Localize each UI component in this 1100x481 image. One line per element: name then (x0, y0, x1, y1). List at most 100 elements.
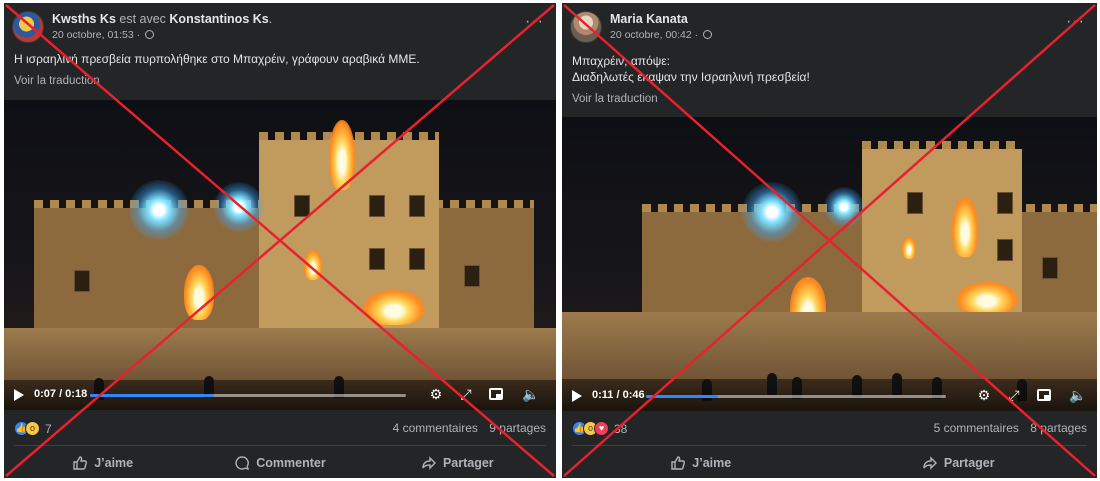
author-name[interactable]: Kwsths Ks (52, 12, 116, 26)
divider (14, 445, 546, 446)
reactions-summary[interactable]: 👍 o 7 (14, 421, 52, 436)
window (997, 239, 1013, 261)
fire-flame (952, 197, 978, 257)
facebook-post-right: Maria Kanata 20 octobre, 00:42 · ··· Μπα… (562, 3, 1097, 478)
like-label: J’aime (94, 456, 134, 470)
engagement-counts: 5 commentaires 8 partages (926, 421, 1087, 435)
tagged-name[interactable]: Konstantinos Ks (169, 12, 268, 26)
pip-icon[interactable] (489, 388, 503, 400)
translate-link[interactable]: Voir la traduction (572, 93, 658, 105)
like-button[interactable]: J’aime (14, 449, 191, 477)
more-icon[interactable]: ··· (525, 13, 544, 31)
volume-icon[interactable]: 🔈 (522, 386, 539, 402)
blue-light-flare (742, 182, 802, 242)
play-icon[interactable] (14, 389, 24, 401)
translate-link[interactable]: Voir la traduction (14, 75, 100, 87)
love-reaction-icon: ♥ (594, 421, 609, 436)
post-text-line: Η ισραηλινή πρεσβεία πυρπολήθηκε στο Μπα… (14, 52, 420, 66)
reaction-count: 7 (45, 421, 52, 436)
comment-button[interactable]: Commenter (191, 449, 368, 477)
settings-icon[interactable]: ⚙ (976, 387, 992, 403)
share-label: Partager (943, 456, 995, 470)
author-name[interactable]: Maria Kanata (610, 12, 688, 26)
blue-light-flare (129, 180, 189, 240)
fire-flame (902, 237, 916, 259)
divider (572, 445, 1087, 446)
share-icon (923, 456, 937, 470)
fire-flame (184, 265, 214, 320)
post-header: Maria Kanata 20 octobre, 00:42 · ··· (570, 11, 1089, 47)
post-date[interactable]: 20 octobre, 01:53 · (52, 29, 140, 41)
post-date[interactable]: 20 octobre, 00:42 · (610, 29, 698, 41)
facebook-post-left: Kwsths Ks est avec Konstantinos Ks. 20 o… (4, 3, 556, 478)
with-text: est avec (115, 12, 170, 26)
video-time: 0:11 / 0:46 (592, 389, 645, 401)
shares-count[interactable]: 9 partages (489, 421, 546, 435)
author-avatar[interactable] (570, 11, 602, 43)
wow-reaction-icon: o (25, 421, 40, 436)
tower-crenellation (862, 141, 1022, 149)
video-progress-bar[interactable] (646, 395, 946, 398)
blue-light-flare (214, 182, 264, 232)
video-player[interactable]: 0:07 / 0:18 ⚙ ⤢ 🔈 (4, 100, 556, 410)
author-avatar[interactable] (12, 11, 44, 43)
window (369, 248, 385, 270)
video-progress-fill (646, 395, 718, 398)
fire-flame (329, 120, 355, 190)
author-line: Kwsths Ks est avec Konstantinos Ks. (52, 12, 272, 26)
video-player[interactable]: 0:11 / 0:46 ⚙ ⤢ 🔈 (562, 117, 1097, 411)
like-label: J’aime (692, 456, 732, 470)
comments-count[interactable]: 5 commentaires (934, 421, 1019, 435)
post-meta: 20 octobre, 00:42 · (610, 29, 713, 41)
perimeter-wall (562, 312, 1097, 382)
window (409, 195, 425, 217)
share-icon (422, 456, 436, 470)
share-button[interactable]: Partager (369, 449, 546, 477)
tagged-suffix: . (268, 12, 273, 26)
video-progress-fill (90, 394, 214, 397)
window (907, 192, 923, 214)
expand-icon[interactable]: ⤢ (458, 386, 474, 402)
fire-flame (304, 250, 322, 280)
play-icon[interactable] (572, 390, 582, 402)
window (294, 195, 310, 217)
post-header: Kwsths Ks est avec Konstantinos Ks. 20 o… (12, 11, 548, 47)
fire-flame (957, 282, 1017, 314)
blue-light-flare (824, 187, 864, 227)
post-actions: J’aime Partager (572, 449, 1087, 477)
window (464, 265, 480, 287)
like-button[interactable]: J’aime (572, 449, 830, 477)
post-text-line: Μπαχρέιν, απόψε: (572, 54, 670, 68)
fire-flame (364, 290, 424, 325)
perimeter-wall (4, 328, 556, 383)
more-icon[interactable]: ··· (1066, 13, 1085, 31)
pip-icon[interactable] (1037, 389, 1051, 401)
video-controls: 0:11 / 0:46 ⚙ ⤢ 🔈 (562, 381, 1097, 411)
post-actions: J’aime Commenter Partager (14, 449, 546, 477)
share-label: Partager (442, 456, 494, 470)
like-icon (73, 456, 88, 470)
post-text: Η ισραηλινή πρεσβεία πυρπολήθηκε στο Μπα… (14, 51, 546, 67)
comments-count[interactable]: 4 commentaires (393, 421, 478, 435)
comment-icon (235, 456, 250, 471)
post-text-line: Διαδηλωτές έκαψαν την Ισραηλινή πρεσβεία… (572, 70, 810, 84)
window (1042, 257, 1058, 279)
shares-count[interactable]: 8 partages (1030, 421, 1087, 435)
volume-icon[interactable]: 🔈 (1069, 387, 1086, 403)
globe-icon (703, 30, 713, 39)
post-stats: 👍 o 7 4 commentaires 9 partages (14, 421, 546, 441)
video-controls: 0:07 / 0:18 ⚙ ⤢ 🔈 (4, 380, 556, 410)
engagement-counts: 4 commentaires 9 partages (385, 421, 546, 435)
reaction-count: 38 (614, 421, 628, 436)
share-button[interactable]: Partager (830, 449, 1088, 477)
window (369, 195, 385, 217)
video-progress-bar[interactable] (90, 394, 406, 397)
window (997, 192, 1013, 214)
window (74, 270, 90, 292)
video-time: 0:07 / 0:18 (34, 388, 88, 400)
reactions-summary[interactable]: 👍 o ♥ 38 (572, 421, 627, 436)
post-meta: 20 octobre, 01:53 · (52, 29, 155, 41)
expand-icon[interactable]: ⤢ (1006, 387, 1022, 403)
post-text: Μπαχρέιν, απόψε: Διαδηλωτές έκαψαν την Ι… (572, 53, 1087, 85)
settings-icon[interactable]: ⚙ (428, 386, 444, 402)
